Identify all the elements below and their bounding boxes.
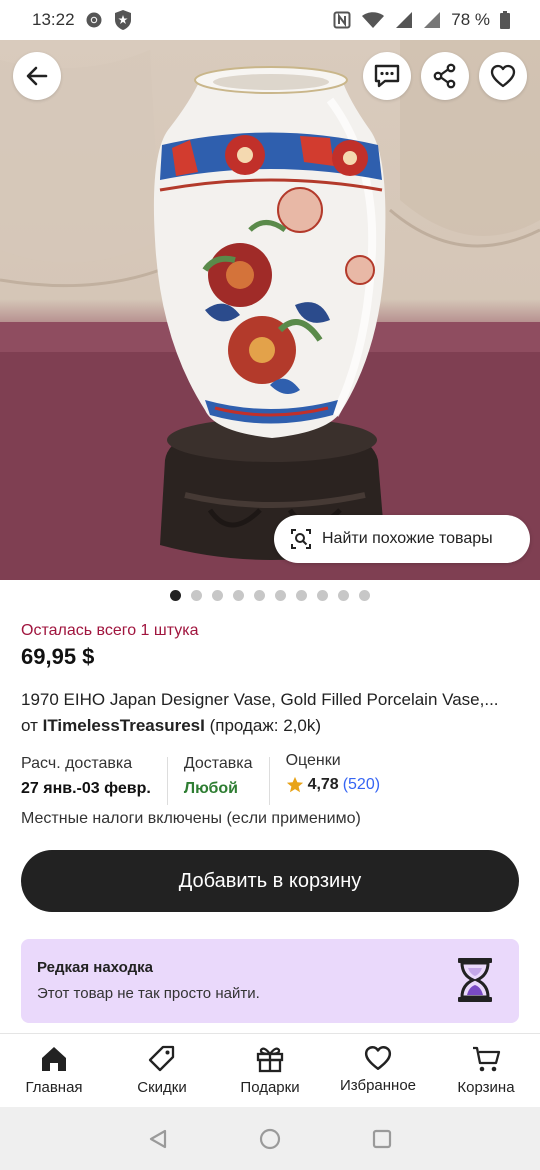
nav-item-favorites[interactable]: Избранное xyxy=(324,1034,432,1107)
pagination-dot[interactable] xyxy=(317,590,328,601)
visual-search-icon xyxy=(291,529,311,549)
favorite-button[interactable] xyxy=(479,52,527,100)
shipping-value: 27 янв.-03 февр. xyxy=(21,780,151,797)
pagination-dot[interactable] xyxy=(233,590,244,601)
delivery-label: Доставка xyxy=(183,755,253,772)
nav-label-home: Главная xyxy=(25,1079,83,1096)
product-image[interactable]: Найти похожие товары xyxy=(0,40,540,580)
add-to-cart-button[interactable]: Добавить в корзину xyxy=(21,850,519,912)
pagination-dot[interactable] xyxy=(191,590,202,601)
stock-note: Осталась всего 1 штука xyxy=(21,622,199,639)
pagination-dot[interactable] xyxy=(275,590,286,601)
divider xyxy=(268,757,270,805)
message-button[interactable] xyxy=(363,52,411,100)
shipping-info-row: Расч. доставка 27 янв.-03 февр. Доставка… xyxy=(21,752,521,810)
system-recents-icon[interactable] xyxy=(371,1128,393,1150)
seller-row: от ITimelessTreasuresI (продаж: 2,0k) xyxy=(21,716,321,736)
battery-icon xyxy=(500,11,510,29)
signal-icon-2 xyxy=(423,11,441,29)
shipping-label: Расч. доставка xyxy=(21,755,133,772)
nav-label-favorites: Избранное xyxy=(339,1077,417,1094)
vase-photo xyxy=(0,40,540,580)
rating-value: 4,78 xyxy=(307,776,339,793)
nav-label-cart: Корзина xyxy=(457,1079,515,1096)
shipping-estimate[interactable]: Расч. доставка 27 янв.-03 февр. xyxy=(21,755,151,810)
bottom-navigation: Главная Скидки Подарки Избранное Корзина xyxy=(0,1033,540,1107)
ratings-label: Оценки xyxy=(285,752,341,769)
tag-icon xyxy=(148,1045,175,1072)
share-button[interactable] xyxy=(421,52,469,100)
pagination-dot[interactable] xyxy=(212,590,223,601)
find-similar-label: Найти похожие товары xyxy=(322,530,493,547)
system-navigation-bar xyxy=(0,1107,540,1170)
delivery-value: Любой xyxy=(183,780,239,797)
status-time: 13:22 xyxy=(32,10,75,29)
share-icon xyxy=(433,63,456,89)
hourglass-icon xyxy=(458,958,492,1002)
chrome-icon xyxy=(85,11,103,29)
nav-item-home[interactable]: Главная xyxy=(0,1034,108,1107)
pagination-dot[interactable] xyxy=(170,590,181,601)
image-pagination xyxy=(0,590,540,601)
status-bar: 13:22 78 % xyxy=(0,0,540,40)
nav-label-gifts: Подарки xyxy=(240,1079,300,1096)
signal-icon xyxy=(395,11,413,29)
seller-prefix: от xyxy=(21,716,38,735)
rare-find-banner: Редкая находка Этот товар не так просто … xyxy=(21,939,519,1023)
rare-subtitle: Этот товар не так просто найти. xyxy=(37,985,260,1002)
home-icon xyxy=(42,1047,66,1071)
product-title[interactable]: 1970 EIHO Japan Designer Vase, Gold Fill… xyxy=(21,690,521,710)
arrow-left-icon xyxy=(26,66,48,86)
nav-label-deals: Скидки xyxy=(137,1079,187,1096)
pagination-dot[interactable] xyxy=(254,590,265,601)
nav-item-deals[interactable]: Скидки xyxy=(108,1034,216,1107)
star-icon xyxy=(286,776,303,793)
cart-icon xyxy=(473,1046,501,1072)
heart-icon xyxy=(490,64,516,88)
ratings[interactable]: Оценки 4,78 (520) xyxy=(285,752,381,810)
battery-percent: 78 % xyxy=(451,10,490,29)
gift-icon xyxy=(256,1047,284,1073)
heart-icon xyxy=(364,1045,392,1071)
price: 69,95 $ xyxy=(21,644,95,669)
pagination-dot[interactable] xyxy=(296,590,307,601)
nav-item-cart[interactable]: Корзина xyxy=(432,1034,540,1107)
find-similar-button[interactable]: Найти похожие товары xyxy=(274,515,530,563)
rating-count-link[interactable]: (520) xyxy=(343,776,380,794)
pagination-dot[interactable] xyxy=(359,590,370,601)
system-home-icon[interactable] xyxy=(259,1128,281,1150)
nav-item-gifts[interactable]: Подарки xyxy=(216,1034,324,1107)
delivery-option[interactable]: Доставка Любой xyxy=(184,755,253,810)
taxes-note: Местные налоги включены (если применимо) xyxy=(21,810,361,827)
chat-icon xyxy=(374,64,400,88)
nfc-icon xyxy=(333,11,351,29)
seller-sales: (продаж: 2,0k) xyxy=(209,716,321,735)
rare-title: Редкая находка xyxy=(37,959,153,976)
divider xyxy=(166,757,168,805)
back-button[interactable] xyxy=(13,52,61,100)
shield-icon xyxy=(113,9,133,31)
system-back-icon[interactable] xyxy=(147,1128,169,1150)
wifi-icon xyxy=(361,11,385,29)
pagination-dot[interactable] xyxy=(338,590,349,601)
seller-name-link[interactable]: ITimelessTreasuresI xyxy=(43,716,205,735)
